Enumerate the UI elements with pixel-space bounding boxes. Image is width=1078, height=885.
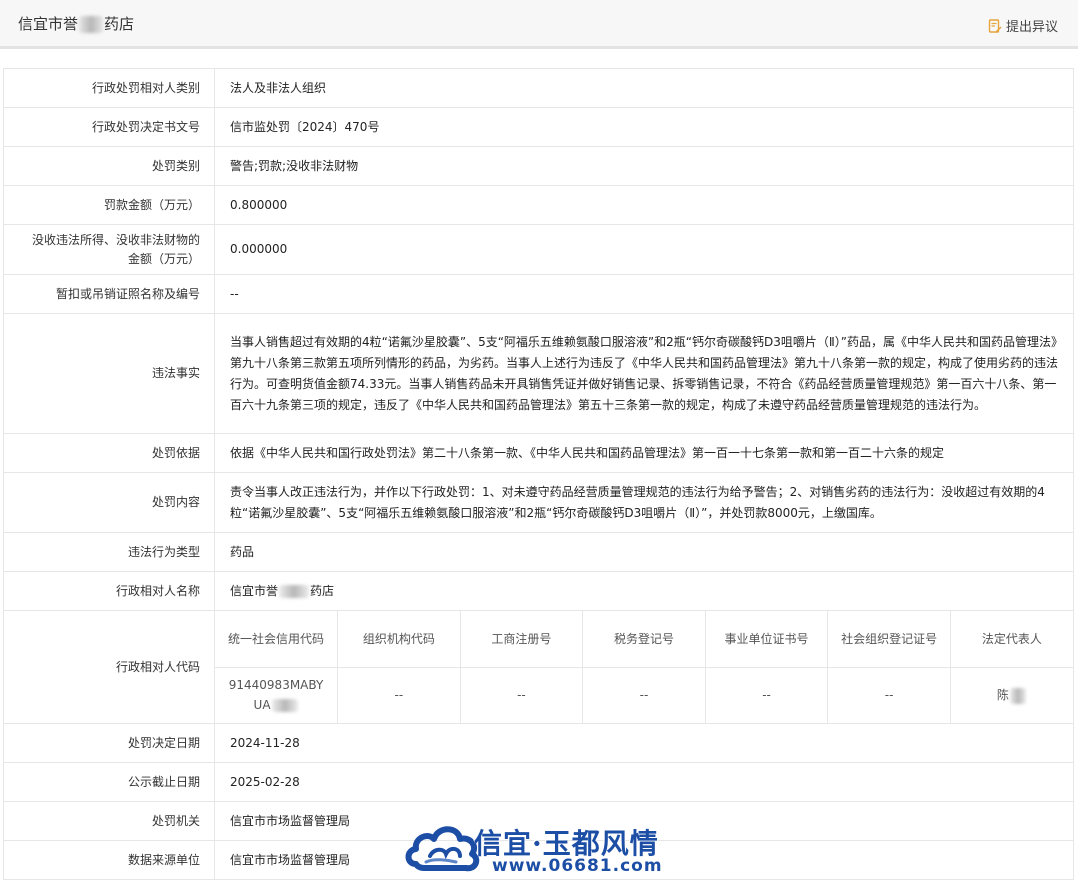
credit-code-part: UA <box>253 698 271 713</box>
field-label: 罚款金额（万元） <box>3 185 215 225</box>
field-label: 处罚依据 <box>3 433 215 473</box>
field-label: 行政相对人代码 <box>3 610 215 724</box>
row-decision-no: 行政处罚决定书文号 信市监处罚〔2024〕470号 <box>3 107 1074 147</box>
field-label: 处罚类别 <box>3 146 215 186</box>
legal-rep-text: 陈 <box>996 688 1009 703</box>
field-label: 行政处罚决定书文号 <box>3 107 215 147</box>
field-value: 依据《中华人民共和国行政处罚法》第二十八条第一款、《中华人民共和国药品管理法》第… <box>214 433 1074 473</box>
field-label: 处罚机关 <box>3 801 215 841</box>
redaction-blur <box>79 16 104 33</box>
field-value: 责令当事人改正违法行为，并作以下行政处罚：1、对未遵守药品经营质量管理规范的违法… <box>214 472 1074 533</box>
code-value-row: 91440983MABY UA -- -- -- -- -- 陈 <box>215 666 1073 723</box>
field-label: 违法事实 <box>3 313 215 434</box>
field-value: 2025-02-28 <box>214 762 1074 802</box>
row-penalty-type: 处罚类别 警告;罚款;没收非法财物 <box>3 146 1074 186</box>
code-header: 法定代表人 <box>949 611 1073 668</box>
field-label: 行政相对人名称 <box>3 571 215 611</box>
page-title: 信宜市誉 药店 <box>18 13 134 34</box>
field-value: 0.000000 <box>214 224 1074 275</box>
objection-label: 提出异议 <box>1005 20 1058 35</box>
title-text-suffix: 药店 <box>104 15 135 33</box>
page-header: 信宜市誉 药店 提出异议 <box>0 0 1078 49</box>
field-label: 暂扣或吊销证照名称及编号 <box>3 274 215 314</box>
field-label: 处罚决定日期 <box>3 723 215 763</box>
redaction-blur <box>1009 687 1026 704</box>
field-label: 处罚内容 <box>3 472 215 533</box>
title-text: 信宜市誉 <box>18 15 79 33</box>
row-publish-deadline: 公示截止日期 2025-02-28 <box>3 762 1074 802</box>
row-decision-date: 处罚决定日期 2024-11-28 <box>3 723 1074 763</box>
field-label: 数据来源单位 <box>3 840 215 880</box>
row-content: 处罚内容 责令当事人改正违法行为，并作以下行政处罚：1、对未遵守药品经营质量管理… <box>3 472 1074 533</box>
business-reg-value: -- <box>459 666 584 723</box>
field-label: 行政处罚相对人类别 <box>3 68 215 108</box>
objection-icon <box>988 18 1002 33</box>
field-label: 公示截止日期 <box>3 762 215 802</box>
field-label: 违法行为类型 <box>3 532 215 572</box>
field-value: 当事人销售超过有效期的4粒“诺氟沙星胶囊”、5支“阿福乐五维赖氨酸口服溶液”和2… <box>214 313 1074 434</box>
credit-code-part: 91440983MABY <box>228 678 324 693</box>
code-header: 组织机构代码 <box>337 611 461 668</box>
party-code-cell: 统一社会信用代码 组织机构代码 工商注册号 税务登记号 事业单位证书号 社会组织… <box>214 610 1074 724</box>
party-code-table: 统一社会信用代码 组织机构代码 工商注册号 税务登记号 事业单位证书号 社会组织… <box>215 611 1073 723</box>
code-header: 事业单位证书号 <box>704 611 829 668</box>
social-org-cert-value: -- <box>827 666 951 723</box>
row-basis: 处罚依据 依据《中华人民共和国行政处罚法》第二十八条第一款、《中华人民共和国药品… <box>3 433 1074 473</box>
party-name-suffix: 药店 <box>310 583 335 598</box>
field-value: -- <box>214 274 1074 314</box>
row-violation-type: 违法行为类型 药品 <box>3 532 1074 572</box>
row-party-type: 行政处罚相对人类别 法人及非法人组织 <box>3 68 1074 108</box>
code-header: 社会组织登记证号 <box>827 611 951 668</box>
row-party-name: 行政相对人名称 信宜市誉 药店 <box>3 571 1074 611</box>
redaction-blur <box>279 584 310 598</box>
field-value: 2024-11-28 <box>214 723 1074 763</box>
row-party-code: 行政相对人代码 统一社会信用代码 组织机构代码 工商注册号 税务登记号 事业单位… <box>3 610 1074 724</box>
tax-reg-value: -- <box>582 666 706 723</box>
field-value: 信市监处罚〔2024〕470号 <box>214 107 1074 147</box>
code-header: 统一社会信用代码 <box>215 611 339 668</box>
field-value: 药品 <box>214 532 1074 572</box>
objection-button[interactable]: 提出异议 <box>988 16 1058 35</box>
cloud-logo-icon <box>405 826 480 872</box>
row-confiscation: 没收违法所得、没收非法财物的金额（万元） 0.000000 <box>3 224 1074 275</box>
field-value: 0.800000 <box>214 185 1074 225</box>
watermark: 信宜·玉都风情 www.06681.com <box>404 818 684 880</box>
row-facts: 违法事实 当事人销售超过有效期的4粒“诺氟沙星胶囊”、5支“阿福乐五维赖氨酸口服… <box>3 313 1074 434</box>
credit-code-value: 91440983MABY UA <box>215 666 339 723</box>
row-fine: 罚款金额（万元） 0.800000 <box>3 185 1074 225</box>
field-value: 法人及非法人组织 <box>214 68 1074 108</box>
field-value: 信宜市誉 药店 <box>214 571 1074 611</box>
org-code-value: -- <box>337 666 461 723</box>
row-license: 暂扣或吊销证照名称及编号 -- <box>3 274 1074 314</box>
code-header-row: 统一社会信用代码 组织机构代码 工商注册号 税务登记号 事业单位证书号 社会组织… <box>215 611 1073 668</box>
institution-cert-value: -- <box>704 666 829 723</box>
code-header: 工商注册号 <box>459 611 584 668</box>
penalty-detail-table: 行政处罚相对人类别 法人及非法人组织 行政处罚决定书文号 信市监处罚〔2024〕… <box>3 68 1074 880</box>
legal-rep-value: 陈 <box>949 666 1073 723</box>
code-header: 税务登记号 <box>582 611 706 668</box>
field-label: 没收违法所得、没收非法财物的金额（万元） <box>3 224 215 275</box>
party-name-text: 信宜市誉 <box>230 583 279 598</box>
field-value: 警告;罚款;没收非法财物 <box>214 146 1074 186</box>
watermark-url: www.06681.com <box>492 856 663 876</box>
redaction-blur <box>271 699 298 713</box>
